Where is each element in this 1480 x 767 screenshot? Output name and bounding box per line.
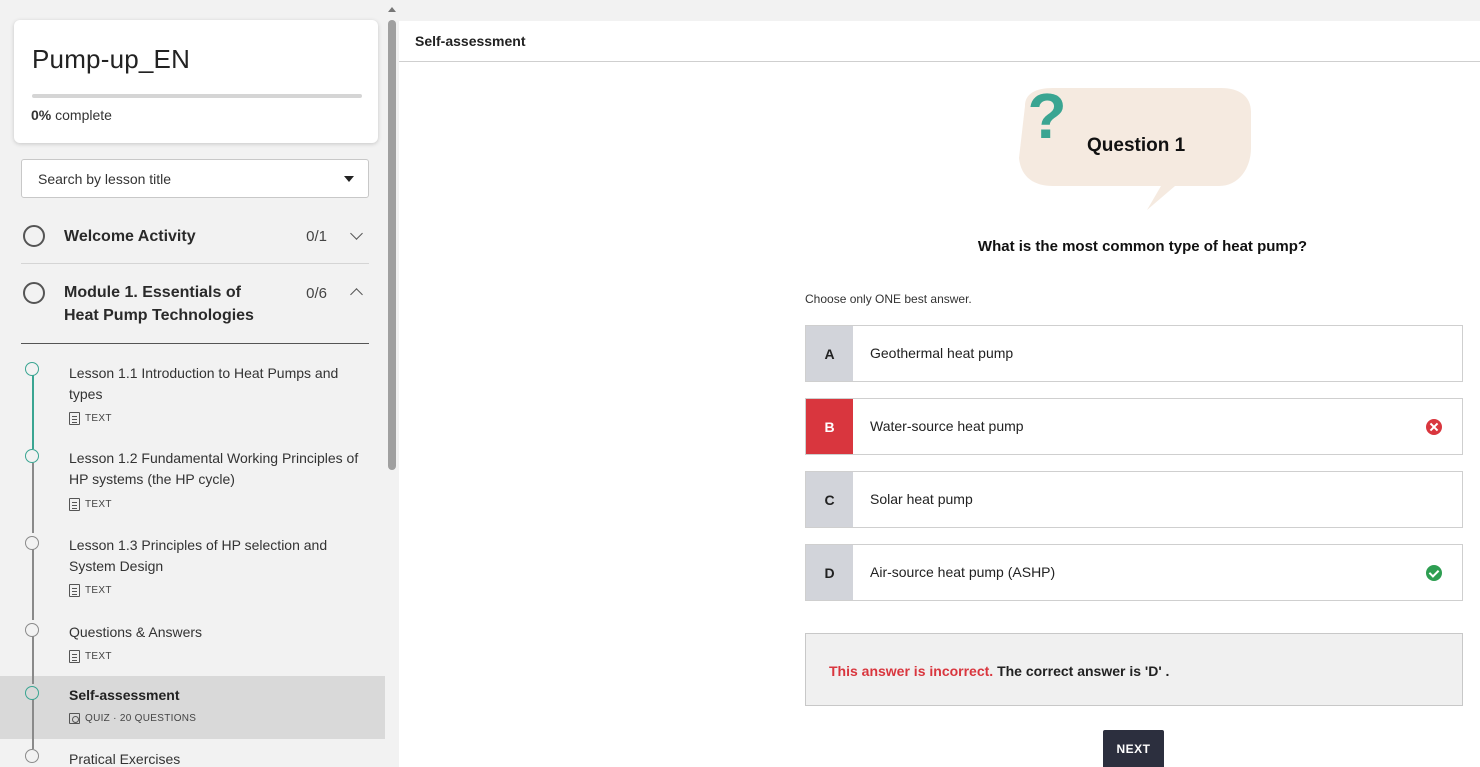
- lesson-type-label: TEXT: [85, 585, 112, 596]
- option-text: Solar heat pump: [870, 491, 973, 507]
- lesson-item-active[interactable]: Self-assessment QUIZ · 20 QUESTIONS: [0, 676, 385, 739]
- section-title: Welcome Activity: [64, 228, 196, 245]
- feedback-correct-answer: The correct answer is 'D' .: [997, 663, 1170, 679]
- lesson-connector: [32, 463, 34, 533]
- lesson-type: TEXT: [69, 412, 112, 425]
- lesson-type: TEXT: [69, 498, 112, 511]
- sidebar-scrollbar[interactable]: [385, 0, 399, 767]
- section-module-1[interactable]: Module 1. Essentials of Heat Pump Techno…: [21, 264, 369, 344]
- option-letter: B: [806, 399, 853, 454]
- lesson-search-dropdown[interactable]: Search by lesson title: [21, 159, 369, 198]
- text-doc-icon: [69, 412, 80, 425]
- lesson-type-label: TEXT: [85, 499, 112, 510]
- question-mark-glyph: ?: [1027, 86, 1066, 152]
- lesson-header: Self-assessment: [399, 21, 1480, 62]
- scrollbar-thumb[interactable]: [388, 20, 396, 470]
- course-progress-card: Pump-up_EN 0% complete: [14, 20, 378, 143]
- lesson-connector: [32, 549, 34, 620]
- search-placeholder: Search by lesson title: [38, 171, 172, 187]
- question-instruction: Choose only ONE best answer.: [805, 292, 972, 306]
- lesson-connector: [32, 373, 34, 446]
- top-strip: [399, 0, 1480, 21]
- section-count: 0/1: [306, 228, 327, 245]
- section-status-circle-icon: [23, 225, 45, 247]
- option-text: Water-source heat pump: [870, 418, 1024, 434]
- lesson-title: Questions & Answers: [69, 624, 203, 640]
- progress-percent: 0%: [31, 107, 52, 123]
- section-status-circle-icon: [23, 282, 45, 304]
- lesson-type-label: TEXT: [85, 413, 112, 424]
- course-title: Pump-up_EN: [32, 44, 191, 74]
- lesson-title: Lesson 1.1 Introduction to Heat Pumps an…: [69, 365, 339, 402]
- option-letter: A: [806, 326, 853, 381]
- incorrect-x-icon: [1426, 419, 1442, 435]
- lesson-title: Self-assessment: [69, 687, 180, 703]
- lesson-connector: [32, 739, 34, 749]
- option-letter: D: [806, 545, 853, 600]
- lesson-connector: [32, 698, 34, 739]
- chevron-up-icon[interactable]: [350, 288, 363, 301]
- lesson-status-icon: [25, 362, 39, 376]
- lesson-item[interactable]: Lesson 1.3 Principles of HP selection an…: [0, 533, 385, 620]
- caret-down-icon: [344, 176, 354, 182]
- lesson-item[interactable]: Lesson 1.1 Introduction to Heat Pumps an…: [0, 359, 385, 446]
- answer-option-c[interactable]: C Solar heat pump: [805, 471, 1463, 528]
- lesson-status-icon: [25, 686, 39, 700]
- correct-check-icon: [1426, 565, 1442, 581]
- course-sidebar: Pump-up_EN 0% complete Search by lesson …: [0, 0, 385, 767]
- text-doc-icon: [69, 584, 80, 597]
- answer-option-d[interactable]: D Air-source heat pump (ASHP): [805, 544, 1463, 601]
- scroll-up-arrow-icon[interactable]: [388, 7, 396, 12]
- quiz-icon: [69, 713, 80, 724]
- text-doc-icon: [69, 498, 80, 511]
- option-letter: C: [806, 472, 853, 527]
- lesson-item[interactable]: Questions & Answers TEXT: [0, 620, 385, 676]
- lesson-status-icon: [25, 449, 39, 463]
- course-progress-bar: [32, 94, 362, 98]
- progress-suffix: complete: [51, 107, 112, 123]
- answer-feedback-box: This answer is incorrect. The correct an…: [805, 633, 1463, 706]
- feedback-text: This answer is incorrect. The correct an…: [829, 663, 1169, 679]
- lesson-type-label: TEXT: [85, 651, 112, 662]
- question-bubble-icon: ?: [1019, 86, 1251, 210]
- lesson-type: TEXT: [69, 650, 112, 663]
- option-text: Geothermal heat pump: [870, 345, 1014, 361]
- next-button[interactable]: NEXT: [1103, 730, 1164, 767]
- option-text: Air-source heat pump (ASHP): [870, 564, 1056, 580]
- answer-option-a[interactable]: A Geothermal heat pump: [805, 325, 1463, 382]
- question-number-label: Question 1: [1087, 135, 1186, 156]
- lesson-type-label: QUIZ · 20 QUESTIONS: [85, 713, 197, 724]
- answer-option-b[interactable]: B Water-source heat pump: [805, 398, 1463, 455]
- chevron-down-icon[interactable]: [350, 227, 363, 240]
- text-doc-icon: [69, 650, 80, 663]
- section-count: 0/6: [306, 285, 327, 302]
- lesson-header-title: Self-assessment: [415, 33, 526, 49]
- section-title: Module 1. Essentials of Heat Pump Techno…: [64, 284, 254, 324]
- lesson-title: Lesson 1.2 Fundamental Working Principle…: [69, 450, 359, 487]
- lesson-type: QUIZ · 20 QUESTIONS: [69, 713, 196, 724]
- course-progress-label: 0% complete: [31, 107, 112, 123]
- lesson-connector: [32, 636, 34, 676]
- lesson-title: Pratical Exercises: [69, 751, 181, 767]
- lesson-item[interactable]: Pratical Exercises: [0, 739, 385, 767]
- feedback-incorrect: This answer is incorrect.: [829, 663, 994, 679]
- lesson-status-icon: [25, 623, 39, 637]
- section-welcome-activity[interactable]: Welcome Activity 0/1: [21, 218, 369, 264]
- lesson-type: TEXT: [69, 584, 112, 597]
- lesson-item[interactable]: Lesson 1.2 Fundamental Working Principle…: [0, 446, 385, 533]
- lesson-status-icon: [25, 749, 39, 763]
- question-text: What is the most common type of heat pum…: [977, 238, 1308, 255]
- lesson-status-icon: [25, 536, 39, 550]
- lesson-connector: [32, 676, 34, 684]
- lesson-title: Lesson 1.3 Principles of HP selection an…: [69, 537, 328, 574]
